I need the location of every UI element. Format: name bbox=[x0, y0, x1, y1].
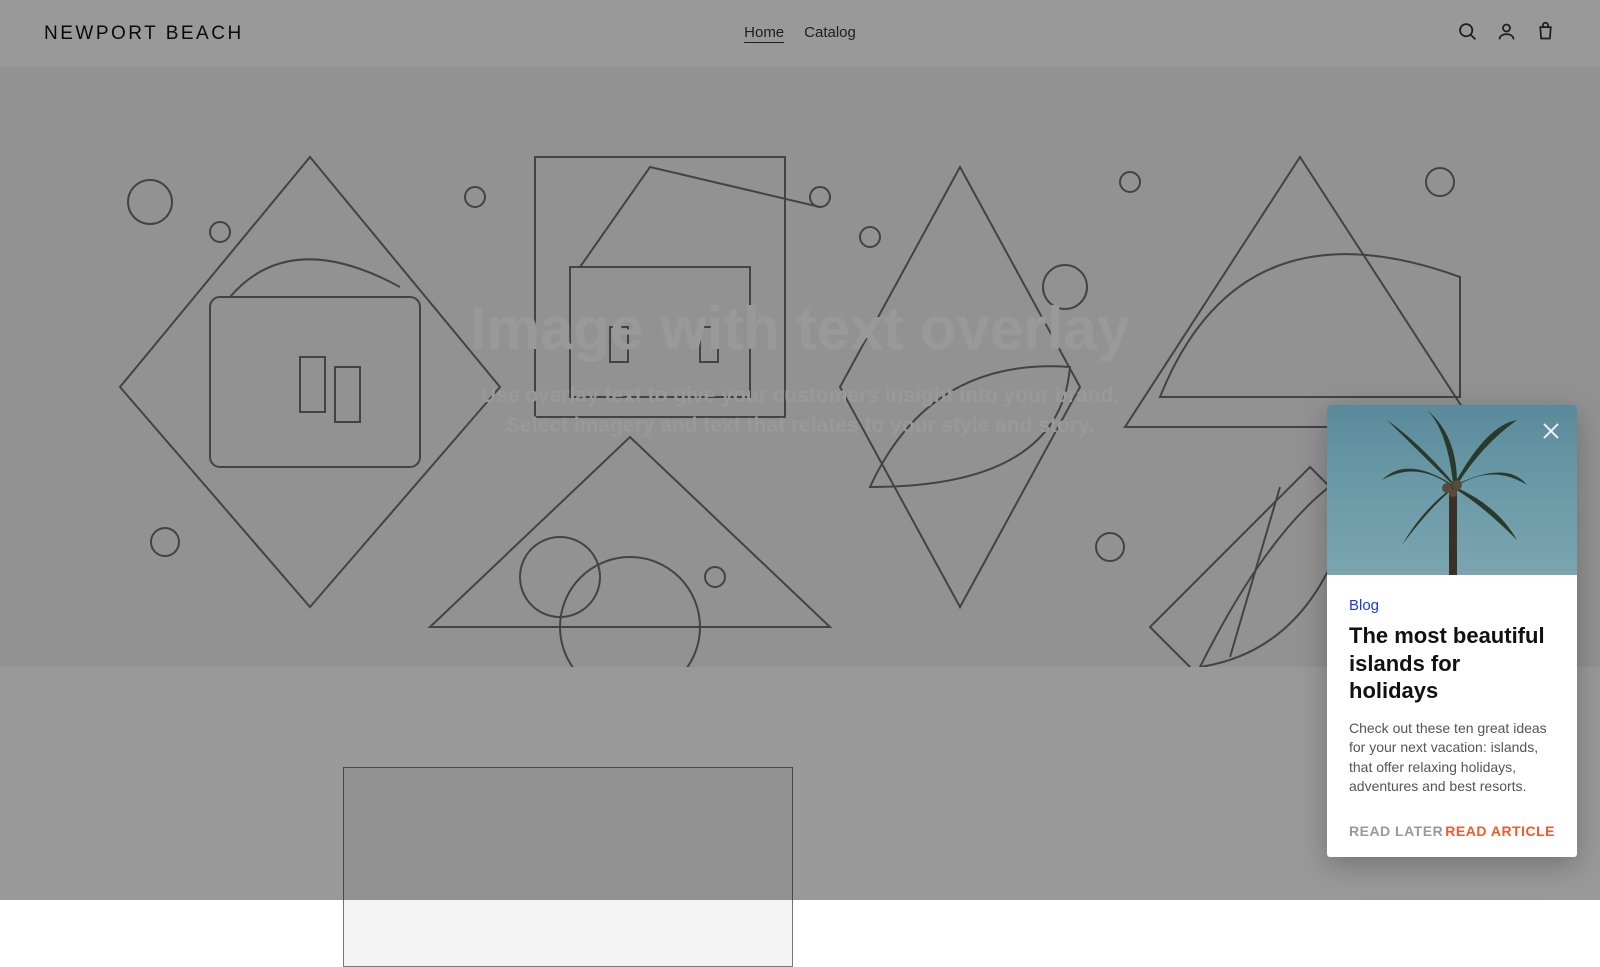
header-icons bbox=[1457, 21, 1556, 47]
hero-title: Image with text overlay bbox=[470, 294, 1130, 363]
popup-body: Blog The most beautiful islands for holi… bbox=[1327, 575, 1577, 857]
popup-image bbox=[1327, 405, 1577, 575]
account-icon[interactable] bbox=[1496, 21, 1517, 47]
nav-home[interactable]: Home bbox=[744, 24, 784, 43]
site-logo[interactable]: NEWPORT BEACH bbox=[44, 23, 244, 45]
main-nav: Home Catalog bbox=[744, 24, 856, 43]
palm-tree-image bbox=[1367, 405, 1537, 575]
close-icon[interactable] bbox=[1539, 419, 1563, 443]
popup-actions: READ LATER READ ARTICLE bbox=[1349, 823, 1555, 839]
popup-category-link[interactable]: Blog bbox=[1349, 597, 1555, 614]
read-later-button[interactable]: READ LATER bbox=[1349, 823, 1443, 839]
search-icon[interactable] bbox=[1457, 21, 1478, 47]
cart-icon[interactable] bbox=[1535, 21, 1556, 47]
read-article-button[interactable]: READ ARTICLE bbox=[1445, 823, 1555, 839]
hero-subtitle: Use overlay text to give your customers … bbox=[475, 381, 1125, 440]
nav-catalog[interactable]: Catalog bbox=[804, 24, 856, 43]
popup-title: The most beautiful islands for holidays bbox=[1349, 622, 1555, 705]
site-header: NEWPORT BEACH Home Catalog bbox=[0, 0, 1600, 67]
popup-description: Check out these ten great ideas for your… bbox=[1349, 719, 1555, 797]
blog-popup: Blog The most beautiful islands for holi… bbox=[1327, 405, 1577, 857]
image-placeholder bbox=[343, 767, 793, 967]
